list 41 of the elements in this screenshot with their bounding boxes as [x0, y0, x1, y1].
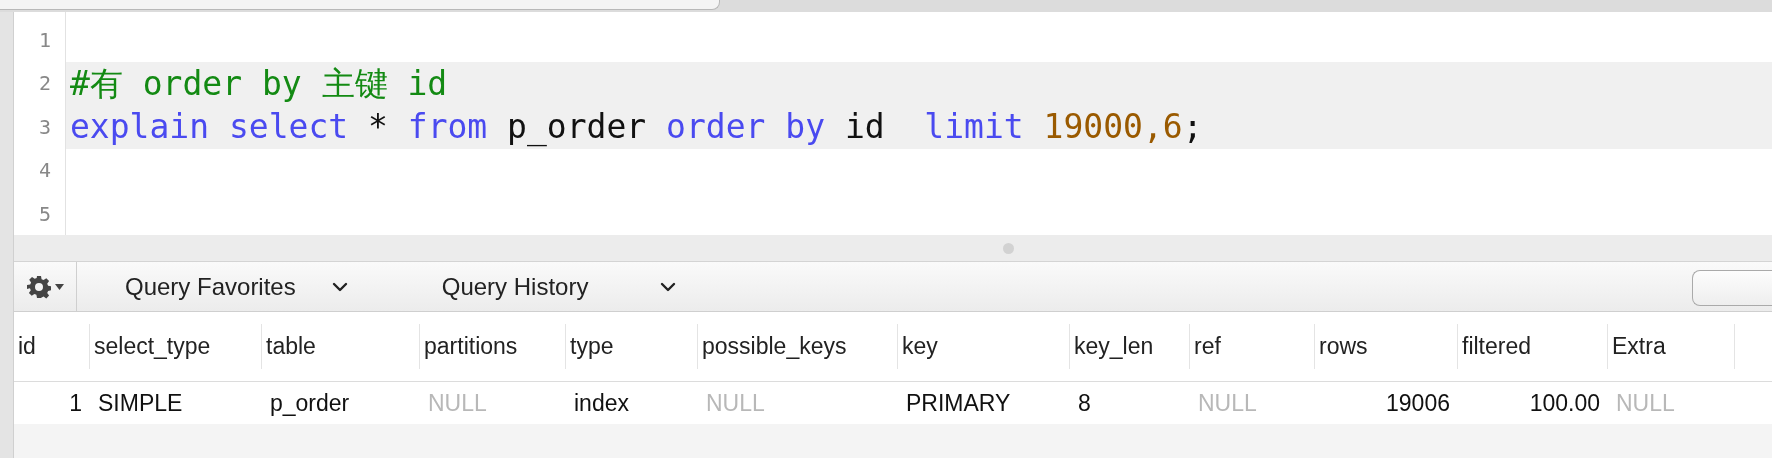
table-cell-text: NULL: [706, 388, 765, 418]
table-cell-text: SIMPLE: [98, 388, 183, 418]
column-header[interactable]: Extra: [1612, 329, 1666, 364]
column-header[interactable]: possible_keys: [702, 329, 847, 364]
table-cell-text: 19006: [1386, 388, 1450, 418]
search-field[interactable]: [1692, 269, 1772, 306]
column-header[interactable]: type: [570, 329, 614, 364]
splitter-handle[interactable]: [1002, 242, 1014, 254]
line-number: 4: [38, 157, 51, 185]
line-number: 3: [38, 113, 51, 141]
column-header[interactable]: partitions: [424, 329, 518, 364]
query-history-dropdown[interactable]: Query History: [441, 268, 677, 305]
column-header[interactable]: key: [902, 329, 938, 364]
table-cell-text: 8: [1078, 388, 1091, 418]
column-header[interactable]: filtered: [1462, 329, 1532, 364]
table-cell-text: NULL: [1198, 388, 1257, 418]
line-number: 2: [38, 70, 51, 98]
chevron-down-icon: [331, 281, 348, 292]
table-cell-text: index: [574, 388, 629, 418]
window-tab[interactable]: [0, 0, 720, 10]
query-favorites-dropdown[interactable]: Query Favorites: [125, 268, 348, 305]
table-cell-text: 1: [69, 388, 82, 418]
column-header[interactable]: key_len: [1074, 329, 1154, 364]
column-header[interactable]: id: [18, 329, 36, 364]
table-cell-text: p_order: [270, 388, 350, 418]
table-cell-text: 100.00: [1529, 388, 1600, 418]
column-header[interactable]: table: [266, 329, 316, 364]
code-editor[interactable]: 1 2 3 4 5 #有 order by 主键 id explain select * from p_order order by id limit 19000,6;: [14, 12, 1772, 235]
code-line: explain select * from p_order order by id limit 19000,6;: [70, 106, 1203, 149]
settings-icon: [26, 274, 51, 299]
caret-icon: [54, 283, 64, 290]
line-number: 1: [38, 26, 51, 54]
column-header[interactable]: select_type: [94, 329, 211, 364]
chevron-down-icon: [660, 281, 677, 292]
table-cell-text: PRIMARY: [906, 388, 1011, 418]
column-header[interactable]: ref: [1194, 329, 1221, 364]
column-header[interactable]: rows: [1319, 329, 1368, 364]
table-cell-text: NULL: [428, 388, 487, 418]
code-line: #有 order by 主键 id: [70, 62, 448, 105]
line-number: 5: [38, 200, 51, 228]
table-cell-text: NULL: [1616, 388, 1675, 418]
